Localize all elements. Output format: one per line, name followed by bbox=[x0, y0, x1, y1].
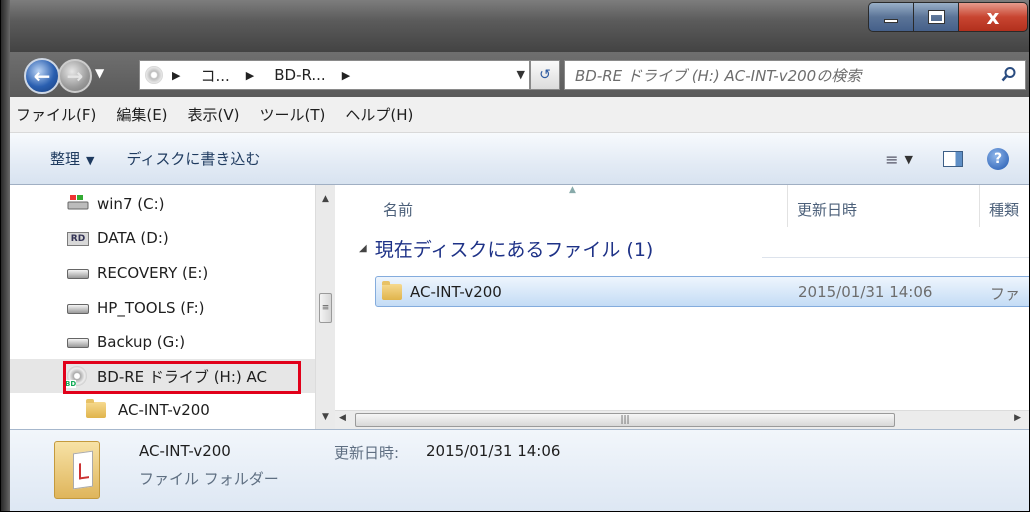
navigation-row: ← → ▼ ▶ コ... ▶ BD-R... ▶ ▼ ↺ BD-RE ドライブ … bbox=[10, 52, 1029, 97]
file-modified: 2015/01/31 14:06 bbox=[798, 283, 933, 301]
explorer-window: x ← → ▼ ▶ コ... ▶ BD-R... ▶ ▼ ↺ BD-RE ドライ… bbox=[0, 0, 1030, 512]
column-divider[interactable] bbox=[979, 185, 980, 227]
breadcrumb-bd-drive[interactable]: BD-R... bbox=[270, 66, 329, 84]
navigation-scrollbar[interactable]: ▲ ≡ ▼ bbox=[315, 185, 335, 429]
search-box[interactable]: BD-RE ドライブ (H:) AC-INT-v200の検索 bbox=[564, 60, 1026, 90]
menu-bar: ファイル(F) 編集(E) 表示(V) ツール(T) ヘルプ(H) bbox=[10, 97, 1029, 133]
highlight-box bbox=[63, 361, 301, 394]
column-header-row: ▲ 名前 更新日時 種類 bbox=[335, 185, 1029, 227]
tree-item-hp-tools-f[interactable]: HP_TOOLS (F:) bbox=[10, 291, 315, 325]
scroll-left-icon[interactable]: ◀ bbox=[339, 413, 346, 423]
command-bar: 整理 ▼ ディスクに書き込む ≡ ▼ ? bbox=[10, 133, 1029, 185]
refresh-button[interactable]: ↺ bbox=[530, 60, 560, 90]
address-location-icon bbox=[140, 61, 168, 89]
minimize-button[interactable] bbox=[868, 2, 913, 32]
column-divider[interactable] bbox=[787, 185, 788, 227]
folder-icon bbox=[86, 399, 110, 420]
views-dropdown[interactable]: ▼ bbox=[905, 153, 913, 166]
help-icon[interactable]: ? bbox=[987, 148, 1009, 170]
breadcrumb-separator-end[interactable]: ▶ bbox=[330, 69, 366, 82]
tree-item-label: RECOVERY (E:) bbox=[97, 264, 209, 282]
command-bar-right: ≡ ▼ ? bbox=[885, 133, 1029, 185]
details-item-type: ファイル フォルダー bbox=[139, 470, 279, 488]
minimize-icon bbox=[884, 19, 898, 23]
recent-pages-dropdown[interactable]: ▼ bbox=[95, 66, 104, 80]
scroll-right-icon[interactable]: ▶ bbox=[1014, 413, 1021, 423]
tree-item-label: Backup (G:) bbox=[97, 333, 186, 351]
search-input[interactable]: BD-RE ドライブ (H:) AC-INT-v200の検索 bbox=[565, 65, 861, 86]
maximize-button[interactable] bbox=[913, 2, 958, 32]
address-bar[interactable]: ▶ コ... ▶ BD-R... ▶ ▼ bbox=[139, 60, 530, 90]
group-divider-line bbox=[762, 257, 1029, 258]
menu-view[interactable]: 表示(V) bbox=[188, 104, 240, 125]
column-header-type[interactable]: 種類 bbox=[989, 199, 1019, 220]
menu-tools[interactable]: ツール(T) bbox=[260, 104, 326, 125]
close-icon: x bbox=[986, 5, 1000, 29]
details-modified-value: 2015/01/31 14:06 bbox=[426, 442, 561, 460]
file-name: AC-INT-v200 bbox=[410, 283, 502, 301]
close-button[interactable]: x bbox=[958, 2, 1028, 32]
windows-drive-icon bbox=[67, 194, 91, 214]
hard-drive-icon bbox=[67, 332, 91, 352]
menu-help[interactable]: ヘルプ(H) bbox=[345, 104, 413, 125]
tree-item-label: AC-INT-v200 bbox=[118, 401, 210, 419]
collapse-triangle-icon[interactable]: ◢ bbox=[359, 243, 367, 254]
tree-item-label: DATA (D:) bbox=[97, 229, 169, 247]
data-drive-icon: RD bbox=[67, 228, 91, 248]
hard-drive-icon bbox=[67, 298, 91, 318]
tree-item-label: win7 (C:) bbox=[97, 195, 165, 213]
tree-item-backup-g[interactable]: Backup (G:) bbox=[10, 325, 315, 359]
tree-item-recovery-e[interactable]: RECOVERY (E:) bbox=[10, 256, 315, 290]
hard-drive-icon bbox=[67, 263, 91, 283]
chevron-down-icon: ▼ bbox=[86, 154, 95, 167]
breadcrumb-separator[interactable]: ▶ bbox=[234, 69, 270, 82]
organize-button[interactable]: 整理 ▼ bbox=[50, 148, 94, 169]
back-arrow-icon: ← bbox=[33, 64, 51, 88]
file-row[interactable]: AC-INT-v200 2015/01/31 14:06 ファ bbox=[375, 276, 1029, 307]
back-button[interactable]: ← bbox=[24, 58, 60, 94]
address-history-dropdown[interactable]: ▼ bbox=[517, 68, 525, 81]
tree-item-label: HP_TOOLS (F:) bbox=[97, 299, 205, 317]
details-pane: AC-INT-v200 ファイル フォルダー 更新日時: 2015/01/31 … bbox=[10, 429, 1029, 511]
scrollbar-thumb[interactable]: ≡ bbox=[319, 293, 332, 323]
forward-button[interactable]: → bbox=[58, 59, 92, 93]
details-modified-label: 更新日時: bbox=[334, 444, 400, 462]
folder-icon bbox=[382, 281, 402, 300]
search-icon[interactable] bbox=[1001, 66, 1017, 82]
breadcrumb-computer[interactable]: コ... bbox=[196, 65, 233, 86]
large-folder-icon bbox=[54, 441, 100, 499]
caption-buttons: x bbox=[868, 2, 1028, 32]
scroll-up-icon[interactable]: ▲ bbox=[316, 189, 335, 209]
menu-file[interactable]: ファイル(F) bbox=[16, 104, 96, 125]
preview-pane-icon[interactable] bbox=[943, 151, 963, 167]
tree-item-win7-c[interactable]: win7 (C:) bbox=[10, 187, 315, 221]
tree-item-ac-int-v200[interactable]: AC-INT-v200 bbox=[10, 393, 315, 427]
horizontal-scrollbar-thumb[interactable]: ||| bbox=[355, 413, 895, 427]
title-bar[interactable]: x bbox=[10, 0, 1029, 52]
details-item-name: AC-INT-v200 bbox=[139, 442, 231, 460]
burn-to-disc-button[interactable]: ディスクに書き込む bbox=[126, 148, 260, 169]
forward-arrow-icon: → bbox=[66, 64, 84, 88]
sort-ascending-icon: ▲ bbox=[569, 185, 576, 195]
file-type: ファ bbox=[990, 285, 1021, 303]
window-frame-left bbox=[1, 0, 10, 511]
breadcrumb-separator-root[interactable]: ▶ bbox=[168, 69, 196, 82]
file-list-pane: ▲ 名前 更新日時 種類 ◢ 現在ディスクにあるファイル (1) AC-INT-… bbox=[335, 185, 1029, 429]
scroll-down-icon[interactable]: ▼ bbox=[316, 407, 335, 427]
column-header-modified[interactable]: 更新日時 bbox=[797, 199, 857, 220]
menu-edit[interactable]: 編集(E) bbox=[116, 104, 167, 125]
refresh-icon: ↺ bbox=[539, 67, 551, 83]
group-header[interactable]: ◢ 現在ディスクにあるファイル (1) bbox=[359, 235, 653, 262]
horizontal-scrollbar[interactable]: ◀ ||| ▶ bbox=[335, 410, 1029, 429]
tree-item-data-d[interactable]: RD DATA (D:) bbox=[10, 221, 315, 255]
group-header-label: 現在ディスクにあるファイル (1) bbox=[374, 239, 654, 261]
column-header-name[interactable]: 名前 bbox=[383, 199, 413, 220]
maximize-icon bbox=[928, 11, 944, 23]
views-icon[interactable]: ≡ bbox=[885, 150, 898, 169]
